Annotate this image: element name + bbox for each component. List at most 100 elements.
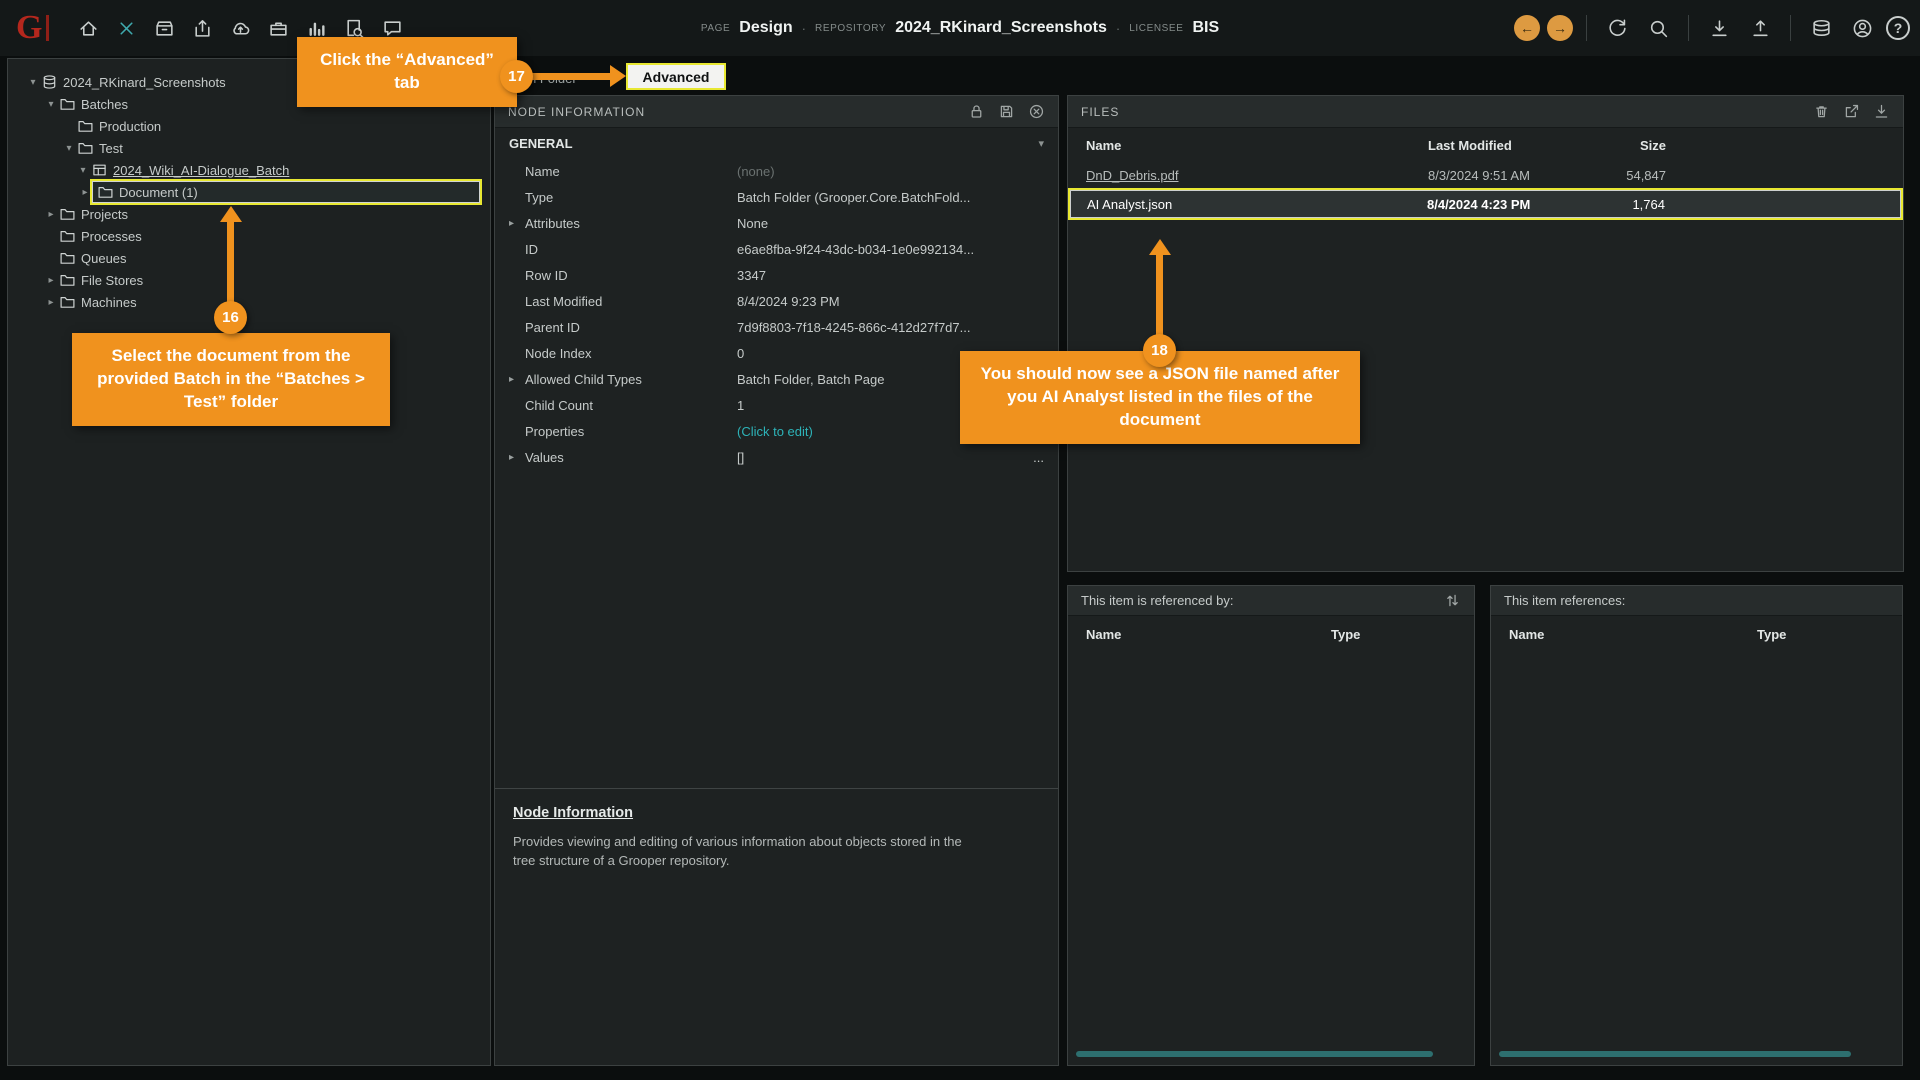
tree-item-queues[interactable]: Queues [8, 247, 490, 269]
expander-icon[interactable]: ▾ [44, 99, 58, 110]
callout17-step-badge: 17 [500, 60, 533, 93]
download-button[interactable] [1702, 11, 1736, 45]
expander-icon[interactable]: ▾ [76, 165, 90, 176]
property-row-last-modified[interactable]: Last Modified 8/4/2024 9:23 PM [495, 288, 1058, 314]
referenced-by-panel: This item is referenced by: Name Type [1067, 585, 1475, 1066]
callout18-step-badge: 18 [1143, 334, 1176, 367]
callout16-step-badge: 16 [214, 301, 247, 334]
tree-item-test[interactable]: ▾ Test [8, 137, 490, 159]
save-icon[interactable] [998, 103, 1015, 120]
property-row-attributes[interactable]: ▸ Attributes None [495, 210, 1058, 236]
repository-tree-panel: ▾ 2024_RKinard_Screenshots ▾ Batches Pro… [7, 58, 491, 1066]
general-section-label: GENERAL [509, 136, 573, 151]
refresh-icon [1607, 18, 1628, 39]
column-header-name[interactable]: Name [1086, 627, 1331, 642]
refresh-button[interactable] [1600, 11, 1634, 45]
property-label: Row ID [525, 268, 737, 283]
forward-button[interactable]: → [1547, 15, 1573, 41]
upload-button[interactable] [1743, 11, 1777, 45]
property-value: 3347 [737, 268, 1058, 283]
node-information-panel: NODE INFORMATION GENERAL ▾ Name (none) T… [494, 95, 1059, 1066]
archive-button[interactable] [147, 11, 181, 45]
horizontal-scrollbar[interactable] [1076, 1051, 1433, 1057]
repository-icon [41, 74, 58, 90]
trash-icon[interactable] [1813, 103, 1830, 120]
help-button[interactable]: ? [1886, 16, 1910, 40]
tree-item-machines[interactable]: ▸ Machines [8, 291, 490, 313]
expander-icon[interactable]: ▾ [26, 77, 40, 88]
chevron-down-icon[interactable]: ▾ [1038, 137, 1044, 150]
property-row-parent-id[interactable]: Parent ID 7d9f8803-7f18-4245-866c-412d27… [495, 314, 1058, 340]
general-section-header[interactable]: GENERAL ▾ [495, 128, 1058, 158]
property-row-row-id[interactable]: Row ID 3347 [495, 262, 1058, 288]
file-name[interactable]: DnD_Debris.pdf [1086, 168, 1428, 183]
page-value: Design [739, 19, 792, 37]
expander-icon[interactable]: ▸ [78, 187, 92, 198]
property-row-values[interactable]: ▸ Values [] ... [495, 444, 1058, 470]
values-more-button[interactable]: ... [1033, 450, 1058, 465]
files-panel: FILES Name Last Modified Size DnD_Debris… [1067, 95, 1904, 572]
divider [1688, 15, 1689, 41]
row-expander-icon[interactable]: ▸ [509, 218, 525, 229]
panel-help-section: Node Information Provides viewing and ed… [495, 788, 1058, 887]
tools-button[interactable] [109, 11, 143, 45]
repository-stack-button[interactable] [1804, 11, 1838, 45]
chat-icon [382, 18, 403, 39]
expander-icon[interactable]: ▸ [44, 297, 58, 308]
column-header-name[interactable]: Name [1086, 138, 1428, 153]
tree-item-projects[interactable]: ▸ Projects [8, 203, 490, 225]
tree-item-label: Queues [81, 251, 127, 266]
search-button[interactable] [1641, 11, 1675, 45]
property-value: None [737, 216, 1058, 231]
column-header-name[interactable]: Name [1509, 627, 1757, 642]
lock-icon[interactable] [968, 103, 985, 120]
tree-item-document[interactable]: ▸ Document (1) [8, 181, 490, 203]
download-icon[interactable] [1873, 103, 1890, 120]
horizontal-scrollbar[interactable] [1499, 1051, 1851, 1057]
tree-item-file-stores[interactable]: ▸ File Stores [8, 269, 490, 291]
callout16-arrowhead [220, 206, 242, 222]
licensee-label: LICENSEE [1129, 23, 1183, 34]
row-expander-icon[interactable]: ▸ [509, 452, 525, 463]
property-label: ID [525, 242, 737, 257]
folder-icon [59, 206, 76, 222]
property-value: (none) [737, 164, 1058, 179]
home-button[interactable] [71, 11, 105, 45]
column-header-type[interactable]: Type [1331, 627, 1360, 642]
property-row-type[interactable]: Type Batch Folder (Grooper.Core.BatchFol… [495, 184, 1058, 210]
file-row-ai-analyst-selected[interactable]: AI Analyst.json 8/4/2024 4:23 PM 1,764 [1070, 190, 1901, 218]
row-expander-icon[interactable]: ▸ [509, 374, 525, 385]
tree-item-label: 2024_RKinard_Screenshots [63, 75, 226, 90]
referenced-by-column-headers: Name Type [1068, 616, 1474, 652]
column-header-type[interactable]: Type [1757, 627, 1786, 642]
account-button[interactable] [1845, 11, 1879, 45]
file-name[interactable]: AI Analyst.json [1087, 197, 1427, 212]
expander-icon[interactable]: ▸ [44, 275, 58, 286]
property-row-name[interactable]: Name (none) [495, 158, 1058, 184]
tree-item-production[interactable]: Production [8, 115, 490, 137]
property-value: e6ae8fba-9f24-43dc-b034-1e0e992134... [737, 242, 1058, 257]
expander-icon[interactable]: ▸ [44, 209, 58, 220]
file-row-dnd-debris[interactable]: DnD_Debris.pdf 8/3/2024 9:51 AM 54,847 [1068, 162, 1903, 189]
close-icon[interactable] [1028, 103, 1045, 120]
tree-item-processes[interactable]: Processes [8, 225, 490, 247]
sort-icon[interactable] [1444, 592, 1461, 609]
tree-item-label: Production [99, 119, 161, 134]
folder-icon [59, 96, 76, 112]
column-header-last-modified[interactable]: Last Modified [1428, 138, 1588, 153]
topbar-actions: ← → ? [1514, 0, 1910, 56]
expander-icon[interactable]: ▾ [62, 143, 76, 154]
callout16-text-box: Select the document from the provided Ba… [72, 333, 390, 426]
column-header-size[interactable]: Size [1588, 138, 1666, 153]
back-button[interactable]: ← [1514, 15, 1540, 41]
toolbox-button[interactable] [261, 11, 295, 45]
tab-advanced[interactable]: Advanced [626, 63, 726, 90]
open-external-icon[interactable] [1843, 103, 1860, 120]
property-label: Node Index [525, 346, 737, 361]
property-row-id[interactable]: ID e6ae8fba-9f24-43dc-b034-1e0e992134... [495, 236, 1058, 262]
help-text: Provides viewing and editing of various … [513, 833, 983, 871]
document-search-icon [344, 18, 365, 39]
export-box-button[interactable] [185, 11, 219, 45]
cloud-upload-button[interactable] [223, 11, 257, 45]
tree-item-wiki-ai-dialogue-batch[interactable]: ▾ 2024_Wiki_AI-Dialogue_Batch [8, 159, 490, 181]
